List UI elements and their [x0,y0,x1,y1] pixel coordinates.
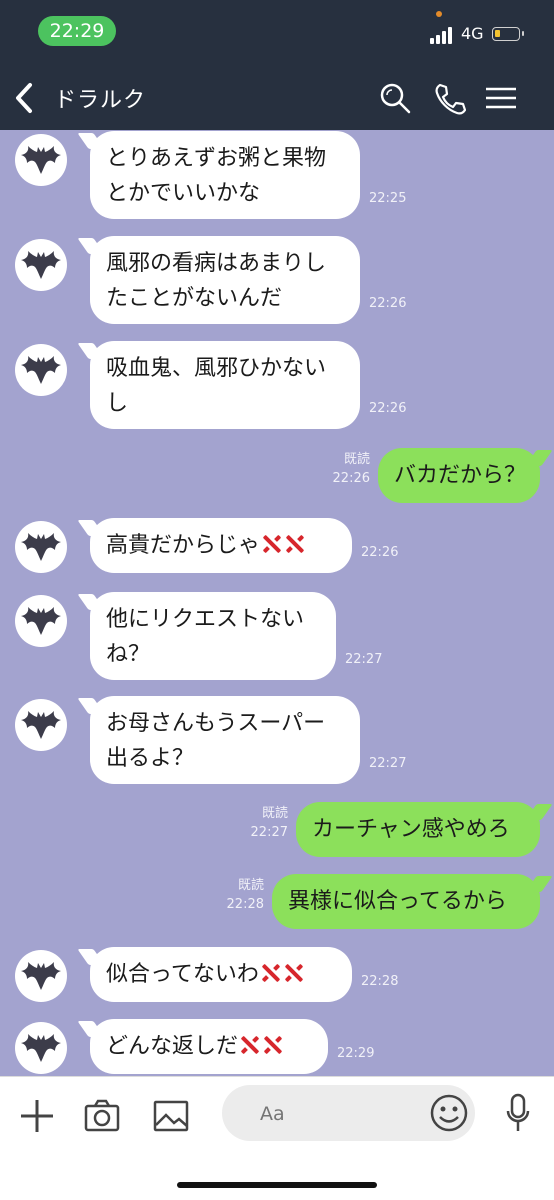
incoming-message[interactable]: とりあえずお粥と果物 とかでいいかな [90,131,360,219]
bat-icon [21,607,61,635]
chat-header: ドラルク [0,66,554,130]
outgoing-message[interactable]: バカだから？ [378,448,540,503]
incoming-message[interactable]: 高貴だからじゃ [90,518,352,573]
anger-symbol-icon [260,962,282,984]
read-receipt: 既読 22:28 [227,876,264,914]
message-time: 22:28 [361,974,399,989]
message-time: 22:27 [345,652,383,667]
read-receipt: 既読 22:27 [251,804,288,842]
message-text-line: ね？ [106,642,151,667]
outgoing-message[interactable]: 異様に似合ってるから [272,874,540,929]
avatar[interactable] [15,239,67,291]
message-time: 22:26 [361,545,399,560]
anger-symbol-icon [283,962,305,984]
message-text-line: 出るよ？ [106,746,195,771]
message-text-line: 風邪の看病はあまりし [106,251,327,276]
message-text-line: バカだから？ [394,463,527,488]
outgoing-message[interactable]: カーチャン感やめろ [296,802,540,857]
incoming-message[interactable]: 似合ってないわ [90,947,352,1002]
avatar[interactable] [15,950,67,1002]
plus-icon[interactable] [18,1097,56,1135]
incoming-message[interactable]: どんな返しだ [90,1019,328,1074]
message-time: 22:29 [337,1046,375,1061]
avatar[interactable] [15,1022,67,1074]
bat-icon [21,356,61,384]
incoming-message[interactable]: 他にリクエストない ね？ [90,592,336,680]
avatar[interactable] [15,595,67,647]
camera-icon[interactable] [83,1097,121,1135]
message-list[interactable]: とりあえずお粥と果物 とかでいいかな 22:25 風邪の看病はあまりし たことがないんだ… [0,130,554,1076]
message-text-line: 異様に似合ってるから [288,889,507,914]
message-text-line: どんな返しだ [106,1029,312,1064]
read-label: 既読 [237,878,264,893]
message-time: 22:27 [369,756,407,771]
anger-symbol-icon [239,1034,261,1056]
message-field[interactable] [222,1085,475,1141]
bat-icon [21,711,61,739]
back-icon[interactable] [10,80,38,116]
search-icon[interactable] [378,81,412,115]
avatar[interactable] [15,521,67,573]
bat-icon [21,533,61,561]
message-text-line: とりあえずお粥と果物 [106,146,327,171]
message-text-line: カーチャン感やめろ [312,817,510,842]
message-text-line: 似合ってないわ [106,957,336,992]
read-receipt: 既読 22:26 [333,450,370,488]
avatar[interactable] [15,699,67,751]
message-input[interactable] [258,1098,422,1130]
bat-icon [21,251,61,279]
bat-icon [21,1034,61,1062]
message-text-line: 高貴だからじゃ [106,528,336,563]
network-type: 4G [461,24,484,43]
anger-symbol-icon [261,533,283,555]
status-bar: 22:29 4G [0,0,554,66]
image-icon[interactable] [152,1097,190,1135]
microphone-icon[interactable] [505,1093,531,1135]
message-text-line: し [106,391,129,416]
avatar[interactable] [15,344,67,396]
message-time: 22:27 [250,825,288,840]
message-text-line: 吸血鬼、風邪ひかない [106,356,327,381]
read-label: 既読 [261,806,288,821]
emoji-icon[interactable] [429,1093,469,1133]
message-text-line: とかでいいかな [106,181,261,206]
avatar[interactable] [15,134,67,186]
phone-icon[interactable] [432,81,466,115]
incoming-message[interactable]: 風邪の看病はあまりし たことがないんだ [90,236,360,324]
anger-symbol-icon [284,533,306,555]
read-label: 既読 [343,452,370,467]
message-text-line: 他にリクエストない [106,607,305,632]
battery-icon [492,27,524,41]
message-text-line: たことがないんだ [106,286,283,311]
menu-icon[interactable] [484,81,518,115]
message-time: 22:26 [369,401,407,416]
home-indicator [177,1182,377,1188]
bat-icon [21,962,61,990]
message-text-line: お母さんもうスーパー [106,711,326,736]
message-time: 22:26 [332,471,370,486]
chat-title: ドラルク [54,88,147,113]
status-time: 22:29 [38,16,116,46]
incoming-message[interactable]: 吸血鬼、風邪ひかないし [90,341,360,429]
signal-icon [430,26,454,44]
message-time: 22:26 [369,296,407,311]
message-time: 22:25 [369,191,407,206]
recording-indicator [436,11,442,17]
incoming-message[interactable]: お母さんもうスーパー 出るよ？ [90,696,360,784]
bat-icon [21,146,61,174]
anger-symbol-icon [262,1034,284,1056]
message-time: 22:28 [226,897,264,912]
